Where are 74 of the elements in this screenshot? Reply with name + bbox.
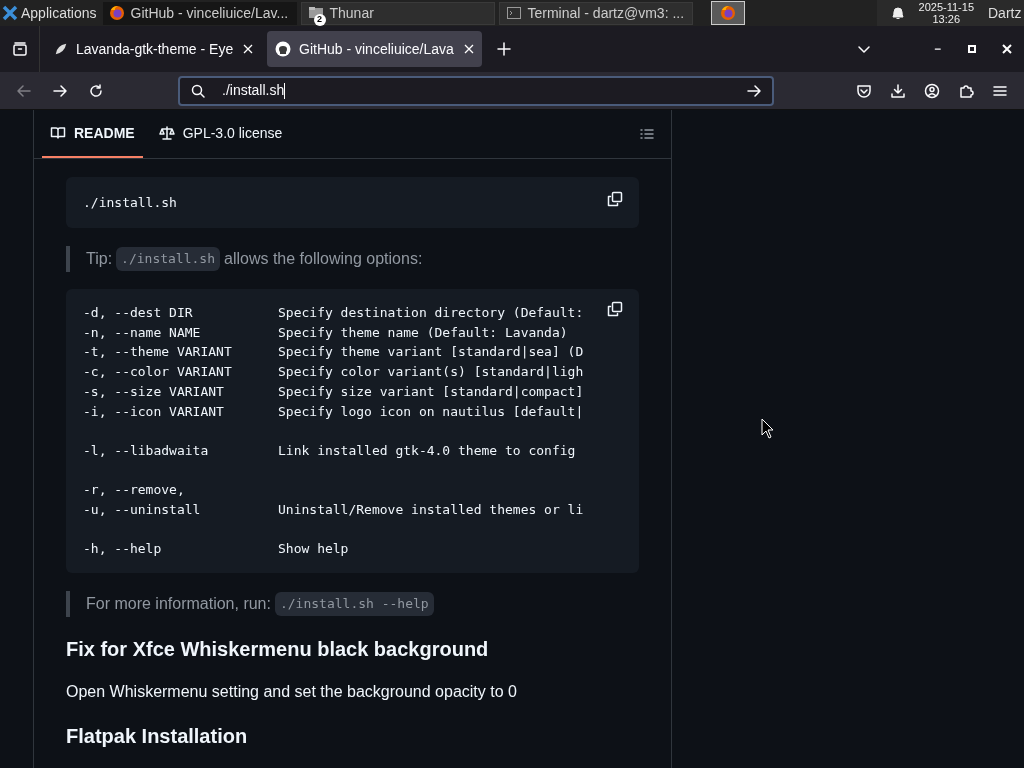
- option-description: Specify theme name (Default: Lavanda): [278, 323, 568, 342]
- option-text: -h, --help: [83, 541, 162, 557]
- option-text: -r, --remove,: [83, 482, 185, 498]
- inline-code: ./install.sh: [116, 247, 220, 271]
- browser-tab[interactable]: GitHub - vinceliuice/Lava: [267, 31, 482, 67]
- taskbar-window-button[interactable]: 2 Thunar: [300, 1, 495, 25]
- account-icon[interactable]: [924, 82, 940, 99]
- window-title: Terminal - dartz@vm3: ...: [527, 3, 685, 23]
- option-description: Specify color variant(s) [standard|ligh: [278, 363, 584, 382]
- option-description: Uninstall/Remove installed themes or li: [278, 501, 584, 519]
- copy-icon[interactable]: [607, 191, 623, 207]
- menu-logo-icon: [2, 5, 18, 21]
- taskbar-window-button[interactable]: Terminal - dartz@vm3: ...: [498, 1, 693, 25]
- maximize-icon[interactable]: [968, 45, 976, 53]
- option-text: -u, --uninstall: [83, 502, 201, 517]
- browser-logo-icon: [719, 5, 736, 21]
- readme-tab[interactable]: GPL-3.0 license: [150, 110, 291, 158]
- option-description: Link installed gtk-4.0 theme to config: [278, 441, 576, 460]
- option-text: -t, --theme VARIANT: [83, 344, 232, 360]
- inline-code: ./install.sh --help: [274, 592, 434, 616]
- option-text: -c, --color VARIANT: [83, 364, 232, 380]
- github-logo-icon: [275, 41, 291, 57]
- tab-title: GitHub - vinceliuice/Lava: [299, 39, 455, 59]
- section-heading: Flatpak Installation: [66, 724, 249, 750]
- option-text: -l, --libadwaita: [83, 442, 209, 458]
- address-text: ./install.sh: [222, 81, 287, 101]
- new-tab-icon[interactable]: [496, 41, 512, 57]
- option-description: Specify size variant [standard|compact]: [278, 382, 584, 401]
- option-description: Specify destination directory (Default:: [278, 304, 584, 322]
- browser-tab[interactable]: Lavanda-gtk-theme - Eye: [46, 31, 261, 67]
- notification-bell-icon[interactable]: [890, 5, 905, 21]
- option-text: -s, --size VARIANT: [83, 383, 224, 399]
- book-icon: [50, 125, 66, 141]
- puzzle-icon[interactable]: [958, 82, 974, 99]
- reload-icon[interactable]: [88, 82, 104, 99]
- section-heading: Fix for Xfce Whiskermenu black background: [66, 637, 490, 663]
- option-description: Specify theme variant [standard|sea] (D: [278, 343, 584, 362]
- download-icon[interactable]: [890, 82, 906, 99]
- outline-list-icon[interactable]: [639, 126, 655, 142]
- forward-icon[interactable]: [52, 82, 68, 99]
- terminal-icon: [505, 5, 522, 21]
- close-tab-icon[interactable]: [243, 44, 253, 54]
- scale-icon: [158, 125, 175, 141]
- option-text: -d, --dest DIR: [83, 305, 193, 320]
- user-name[interactable]: Dartz: [988, 2, 1024, 24]
- go-arrow-icon[interactable]: [746, 82, 762, 99]
- quote-text: allows the following options:: [224, 249, 423, 269]
- folder-icon: [307, 5, 324, 21]
- tab-overview-icon[interactable]: [11, 41, 28, 57]
- launcher-button[interactable]: [710, 1, 745, 25]
- quote-text: For more information, run:: [86, 594, 271, 615]
- applications-menu[interactable]: Applications: [0, 0, 103, 26]
- taskbar-window-button[interactable]: GitHub - vinceliuice/Lav...: [102, 1, 297, 25]
- search-icon: [190, 82, 206, 99]
- close-icon[interactable]: [1002, 44, 1012, 54]
- paragraph: Open Whiskermenu setting and set the background opacity to 0: [66, 682, 518, 703]
- tab-title: Lavanda-gtk-theme - Eye: [76, 39, 235, 59]
- option-text: -i, --icon VARIANT: [83, 403, 224, 419]
- close-tab-icon[interactable]: [464, 44, 474, 54]
- option-text: -n, --name NAME: [83, 324, 201, 340]
- copy-icon[interactable]: [607, 301, 623, 317]
- clock[interactable]: 2025-11-15 13:26: [918, 1, 974, 25]
- address-bar[interactable]: ./install.sh: [178, 75, 774, 106]
- pocket-icon[interactable]: [856, 82, 872, 99]
- code-text: ./install.sh: [83, 193, 177, 212]
- mouse-pointer-icon: [761, 418, 774, 439]
- window-title: Thunar: [329, 3, 374, 23]
- readme-tab[interactable]: README: [42, 110, 143, 158]
- option-description: Show help: [278, 540, 349, 559]
- window-title: GitHub - vinceliuice/Lav...: [130, 3, 289, 23]
- leaf-icon: [54, 42, 68, 56]
- option-description: Specify logo icon on nautilus [default|: [278, 402, 584, 421]
- quote-text: Tip:: [86, 249, 113, 269]
- browser-logo-icon: [108, 5, 125, 21]
